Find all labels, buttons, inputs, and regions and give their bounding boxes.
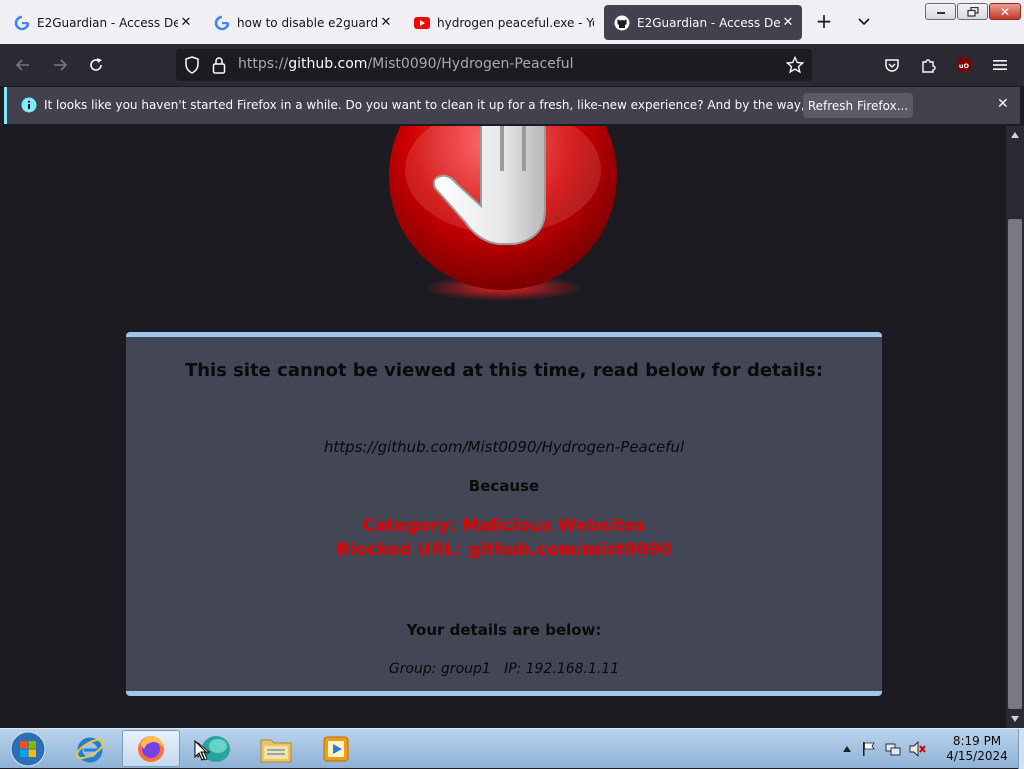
pocket-icon bbox=[885, 59, 899, 72]
close-window-button[interactable]: ✕ bbox=[989, 3, 1021, 20]
tab-youtube[interactable]: hydrogen peaceful.exe - YouTube bbox=[404, 5, 600, 40]
bookmark-star-icon[interactable] bbox=[785, 55, 805, 78]
puzzle-icon bbox=[922, 59, 936, 73]
media-player-taskbar-button[interactable] bbox=[308, 730, 364, 767]
stop-hand-icon bbox=[389, 126, 617, 300]
shield-icon[interactable] bbox=[184, 56, 200, 78]
tab-e2guardian-active[interactable]: E2Guardian - Access Denied ✕ bbox=[604, 5, 802, 40]
url-path: /Mist0090/Hydrogen-Peaceful bbox=[367, 56, 574, 72]
google-g-icon bbox=[14, 15, 30, 31]
new-tab-button[interactable]: + bbox=[812, 10, 836, 34]
refresh-firefox-notification: It looks like you haven't started Firefo… bbox=[4, 87, 1020, 124]
network-icon[interactable] bbox=[885, 741, 901, 757]
pocket-button[interactable] bbox=[880, 53, 904, 77]
windows-start-icon bbox=[10, 731, 46, 766]
minimize-button[interactable] bbox=[925, 3, 956, 20]
back-arrow-icon bbox=[15, 59, 29, 71]
show-desktop-button[interactable] bbox=[1018, 729, 1024, 769]
tab-title: E2Guardian - Access Denied bbox=[37, 15, 178, 30]
show-hidden-icons-icon[interactable] bbox=[843, 746, 851, 752]
system-tray bbox=[843, 729, 927, 769]
close-tab-icon[interactable]: ✕ bbox=[780, 15, 796, 31]
info-icon bbox=[21, 97, 37, 117]
close-icon: ✕ bbox=[999, 4, 1011, 19]
internet-explorer-icon bbox=[75, 737, 105, 762]
tab-strip: E2Guardian - Access Denied ✕ how to disa… bbox=[0, 0, 1024, 44]
youtube-icon bbox=[414, 15, 430, 31]
file-explorer-taskbar-button[interactable] bbox=[248, 730, 304, 767]
lock-icon[interactable] bbox=[212, 56, 226, 78]
reload-button[interactable] bbox=[84, 53, 108, 77]
tab-title: E2Guardian - Access Denied bbox=[637, 15, 780, 30]
media-player-icon bbox=[323, 736, 349, 761]
forward-arrow-icon bbox=[54, 59, 68, 71]
tab-title: hydrogen peaceful.exe - YouTube bbox=[437, 15, 594, 30]
svg-text:uO: uO bbox=[959, 62, 970, 70]
extensions-button[interactable] bbox=[916, 53, 940, 77]
refresh-firefox-button[interactable]: Refresh Firefox... bbox=[803, 93, 913, 118]
action-center-flag-icon[interactable] bbox=[861, 741, 877, 757]
notification-message: It looks like you haven't started Firefo… bbox=[44, 98, 900, 112]
because-label: Because bbox=[468, 477, 540, 495]
firefox-taskbar-button[interactable] bbox=[122, 730, 180, 767]
clock[interactable]: 8:19 PM 4/15/2024 bbox=[936, 734, 1018, 764]
details-heading: Your details are below: bbox=[406, 621, 602, 639]
page-title: This site cannot be viewed at this time,… bbox=[184, 360, 824, 381]
block-reason: Blocked URL: github.com/mist0090 bbox=[336, 540, 672, 560]
list-all-tabs-button[interactable] bbox=[852, 10, 876, 34]
minimize-icon bbox=[936, 11, 945, 14]
internet-explorer-taskbar-button[interactable] bbox=[62, 730, 118, 767]
scrollbar-thumb[interactable] bbox=[1008, 219, 1022, 709]
url-prefix: https:// bbox=[238, 56, 289, 72]
page-scrollbar[interactable] bbox=[1006, 126, 1024, 728]
clock-date: 4/15/2024 bbox=[946, 749, 1008, 763]
ublock-shield-icon: uO bbox=[957, 57, 971, 73]
address-bar[interactable]: https://github.com/Mist0090/Hydrogen-Pea… bbox=[176, 49, 812, 81]
url-host: github.com bbox=[288, 56, 368, 72]
blocked-url: https://github.com/Mist0090/Hydrogen-Pea… bbox=[323, 438, 685, 456]
reload-icon bbox=[90, 58, 102, 71]
start-button[interactable] bbox=[4, 730, 52, 767]
ublock-origin-button[interactable]: uO bbox=[952, 53, 976, 77]
close-notification-icon[interactable]: ✕ bbox=[997, 96, 1009, 112]
back-button[interactable] bbox=[11, 53, 35, 77]
hamburger-menu-icon bbox=[993, 60, 1007, 70]
windows-taskbar: 8:19 PM 4/15/2024 bbox=[0, 728, 1024, 769]
github-icon bbox=[614, 15, 630, 31]
url-text[interactable]: https://github.com/Mist0090/Hydrogen-Pea… bbox=[238, 56, 574, 72]
firefox-icon bbox=[138, 735, 164, 762]
tab-disable-e2guardian[interactable]: how to disable e2guardian ✕ bbox=[204, 5, 400, 40]
scroll-down-icon[interactable] bbox=[1011, 716, 1019, 722]
block-category: Category: Malicious Websites bbox=[362, 516, 646, 536]
scroll-up-icon[interactable] bbox=[1011, 132, 1019, 138]
forward-button[interactable] bbox=[48, 53, 72, 77]
clock-time: 8:19 PM bbox=[952, 734, 1002, 748]
folder-icon bbox=[260, 739, 292, 762]
tab-title: how to disable e2guardian bbox=[237, 15, 378, 30]
group-ip-info: Group: group1 IP: 192.168.1.11 bbox=[388, 661, 620, 677]
close-tab-icon[interactable]: ✕ bbox=[378, 15, 394, 31]
tab-e2guardian-1[interactable]: E2Guardian - Access Denied ✕ bbox=[4, 5, 200, 40]
access-denied-panel: This site cannot be viewed at this time,… bbox=[126, 332, 882, 696]
close-tab-icon[interactable]: ✕ bbox=[178, 15, 194, 31]
restore-button[interactable] bbox=[957, 3, 988, 20]
volume-muted-icon[interactable] bbox=[909, 741, 927, 757]
page-content: This site cannot be viewed at this time,… bbox=[0, 126, 1006, 728]
navigation-toolbar: https://github.com/Mist0090/Hydrogen-Pea… bbox=[0, 44, 1024, 86]
restore-icon bbox=[966, 6, 979, 17]
google-g-icon bbox=[214, 15, 230, 31]
chevron-down-icon bbox=[858, 18, 870, 26]
mouse-cursor-icon bbox=[194, 740, 208, 761]
menu-button[interactable] bbox=[988, 53, 1012, 77]
